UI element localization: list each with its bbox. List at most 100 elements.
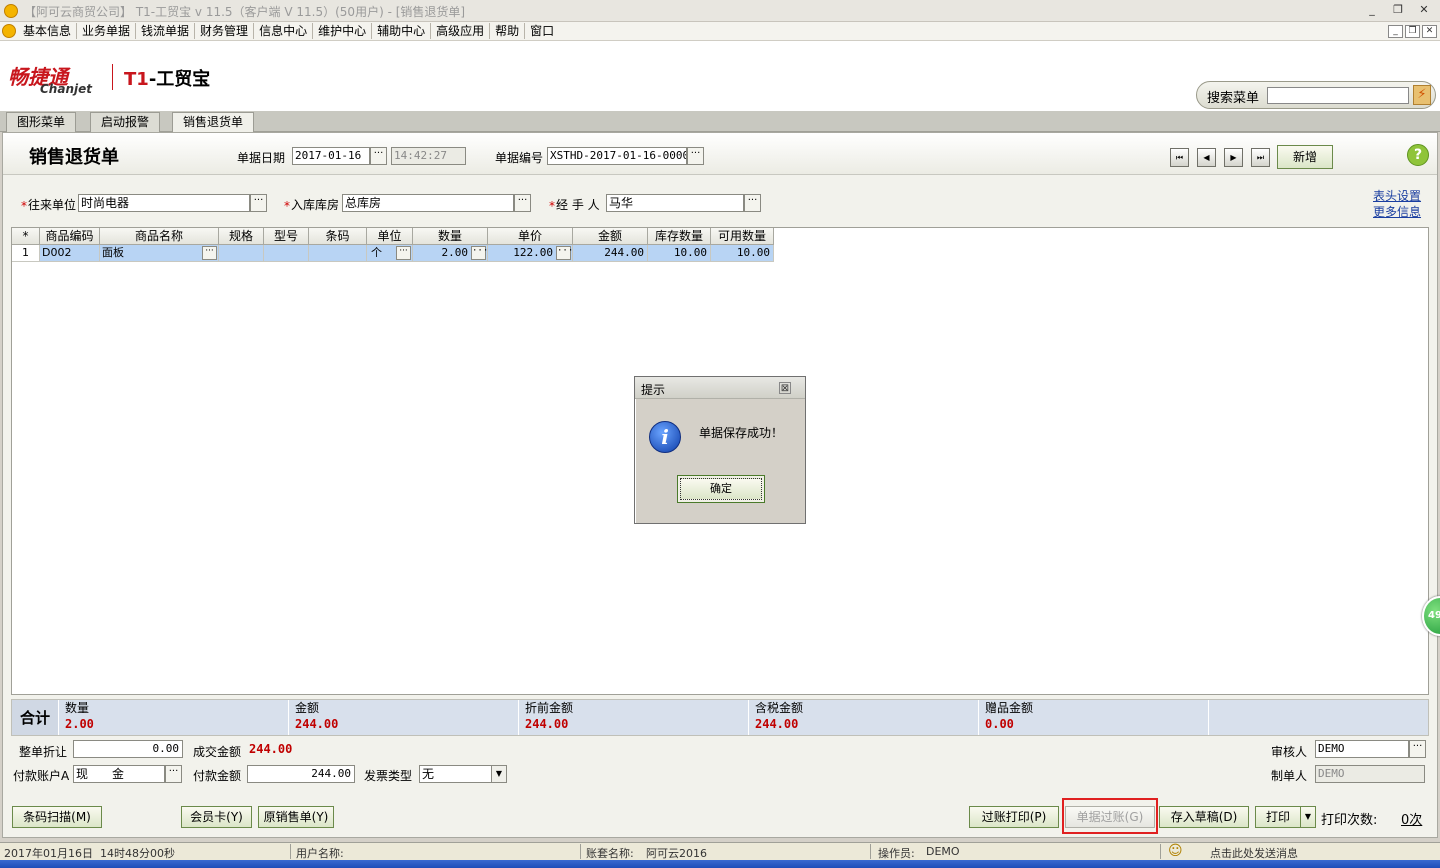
save-draft-button[interactable]: 存入草稿(D) — [1159, 806, 1249, 828]
print-dropdown-icon[interactable]: ▼ — [1300, 806, 1316, 828]
cell-name[interactable]: 面板 ··· — [100, 245, 219, 262]
menu-assist[interactable]: 辅助中心 — [372, 23, 432, 39]
smiley-icon[interactable]: ☺ — [1168, 843, 1183, 859]
dialog-ok-label: 确定 — [680, 478, 762, 500]
prev-record-icon[interactable]: ◀ — [1197, 148, 1216, 167]
col-spec: 规格 — [219, 228, 264, 245]
col-name: 商品名称 — [100, 228, 219, 245]
warehouse-field[interactable]: 总库房 — [342, 194, 514, 212]
col-unit: 单位 — [367, 228, 413, 245]
last-record-icon[interactable]: ⏭ — [1251, 148, 1270, 167]
cell-barcode[interactable] — [309, 245, 367, 262]
print-button[interactable]: 打印 — [1255, 806, 1301, 828]
total-qty: 数量 2.00 — [59, 700, 289, 735]
reviewer-picker[interactable]: ··· — [1409, 740, 1426, 758]
original-sales-button[interactable]: 原销售单(Y) — [258, 806, 334, 828]
cell-price-text: 122.00 — [513, 246, 553, 259]
invoice-type-select[interactable]: 无 ▼ — [419, 765, 507, 783]
invoice-type-value: 无 — [422, 767, 435, 781]
pay-amount-field[interactable]: 244.00 — [247, 765, 355, 783]
first-record-icon[interactable]: ⏮ — [1170, 148, 1189, 167]
more-info-link[interactable]: 更多信息 — [1373, 203, 1421, 220]
col-stock: 库存数量 — [648, 228, 711, 245]
pay-account-picker[interactable]: ··· — [165, 765, 182, 783]
date-field[interactable]: 2017-01-16 — [292, 147, 370, 165]
handler-picker-button[interactable]: ··· — [744, 194, 761, 212]
menu-info-center[interactable]: 信息中心 — [254, 23, 314, 39]
cell-qty-picker[interactable]: ··· — [471, 246, 487, 260]
minimize-icon[interactable]: _ — [1364, 4, 1380, 18]
cell-qty[interactable]: 2.00 ··· — [413, 245, 488, 262]
help-icon[interactable]: ? — [1407, 144, 1429, 166]
pay-account-field[interactable]: 现 金 — [73, 765, 165, 783]
menu-items: 基本信息 业务单据 钱流单据 财务管理 信息中心 维护中心 辅助中心 高级应用 … — [18, 23, 559, 39]
doc-number-field[interactable]: XSTHD-2017-01-16-00001 — [547, 147, 687, 165]
required-mark: * — [21, 199, 27, 213]
menu-basic-info[interactable]: 基本信息 — [18, 23, 78, 39]
cell-model[interactable] — [264, 245, 309, 262]
tab-startup-alerts[interactable]: 启动报警 — [90, 112, 161, 132]
post-print-button[interactable]: 过账打印(P) — [969, 806, 1059, 828]
cell-unit[interactable]: 个 ··· — [367, 245, 413, 262]
date-picker-button[interactable]: ··· — [370, 147, 387, 165]
total-amount-value: 244.00 — [295, 717, 339, 731]
cell-unit-picker[interactable]: ··· — [396, 246, 411, 260]
total-tax-inclusive-value: 244.00 — [755, 717, 799, 731]
dialog-ok-button[interactable]: 确定 — [677, 475, 765, 503]
menu-advanced[interactable]: 高级应用 — [431, 23, 491, 39]
tab-sales-return[interactable]: 销售退货单 — [172, 112, 255, 133]
menu-window[interactable]: 窗口 — [525, 23, 559, 39]
totals-label: 合计 — [12, 700, 59, 735]
cell-price[interactable]: 122.00 ··· — [488, 245, 573, 262]
menu-maintenance[interactable]: 维护中心 — [313, 23, 373, 39]
total-amount-label: 金额 — [295, 701, 320, 715]
cell-amount[interactable]: 244.00 — [573, 245, 648, 262]
dialog-title: 提示 — [641, 383, 666, 397]
search-go-icon[interactable]: ⚡ — [1413, 85, 1431, 105]
handler-field[interactable]: 马华 — [606, 194, 744, 212]
print-count-label: 打印次数: — [1321, 813, 1378, 828]
barcode-scan-button[interactable]: 条码扫描(M) — [12, 806, 102, 828]
dialog-close-icon[interactable]: ⊠ — [779, 382, 791, 394]
reviewer-field[interactable]: DEMO — [1315, 740, 1409, 758]
send-message-link[interactable]: 点击此处发送消息 — [1210, 845, 1298, 861]
warehouse-picker-button[interactable]: ··· — [514, 194, 531, 212]
cell-spec[interactable] — [219, 245, 264, 262]
search-input[interactable] — [1267, 87, 1409, 104]
menu-finance[interactable]: 财务管理 — [195, 23, 255, 39]
invoice-type-label: 发票类型 — [364, 769, 413, 783]
document-header: 销售退货单 单据日期 2017-01-16 ··· 14:42:27 单据编号 … — [3, 133, 1437, 175]
partner-picker-button[interactable]: ··· — [250, 194, 267, 212]
total-qty-label: 数量 — [65, 701, 90, 715]
cell-price-picker[interactable]: ··· — [556, 246, 572, 260]
product-logo: T1-工贸宝 — [124, 65, 210, 91]
header-settings-link[interactable]: 表头设置 — [1373, 187, 1421, 204]
tab-graphic-menu[interactable]: 图形菜单 — [6, 112, 77, 132]
deal-amount-label: 成交金额 — [193, 745, 242, 759]
discount-field[interactable]: 0.00 — [73, 740, 183, 758]
restore-icon[interactable]: ❐ — [1390, 4, 1406, 18]
col-qty: 数量 — [413, 228, 488, 245]
cell-name-picker[interactable]: ··· — [202, 246, 217, 260]
chevron-down-icon[interactable]: ▼ — [491, 766, 506, 782]
cell-code[interactable]: D002 — [40, 245, 100, 262]
mdi-restore-icon[interactable]: ❐ — [1405, 25, 1420, 38]
menu-cash-docs[interactable]: 钱流单据 — [136, 23, 196, 39]
total-tax-inclusive: 含税金额 244.00 — [749, 700, 979, 735]
menu-help[interactable]: 帮助 — [490, 23, 526, 39]
close-icon[interactable]: ✕ — [1416, 4, 1432, 18]
mdi-minimize-icon[interactable]: _ — [1388, 25, 1403, 38]
creator-label: 制单人 — [1271, 769, 1308, 783]
status-account-value: 阿可云2016 — [646, 847, 707, 860]
next-record-icon[interactable]: ▶ — [1224, 148, 1243, 167]
member-card-button[interactable]: 会员卡(Y) — [181, 806, 252, 828]
print-count-value: 0次 — [1401, 813, 1423, 828]
mdi-close-icon[interactable]: ✕ — [1422, 25, 1437, 38]
status-time: 14时48分00秒 — [100, 847, 175, 860]
menu-business-docs[interactable]: 业务单据 — [77, 23, 137, 39]
new-button[interactable]: 新增 — [1277, 145, 1333, 169]
doc-number-button[interactable]: ··· — [687, 147, 704, 165]
status-operator-label: 操作员: — [878, 847, 915, 860]
partner-field[interactable]: 时尚电器 — [78, 194, 250, 212]
table-row[interactable]: 1 D002 面板 ··· 个 ··· 2.00 ··· 122.00 ··· 244.… — [12, 245, 774, 262]
